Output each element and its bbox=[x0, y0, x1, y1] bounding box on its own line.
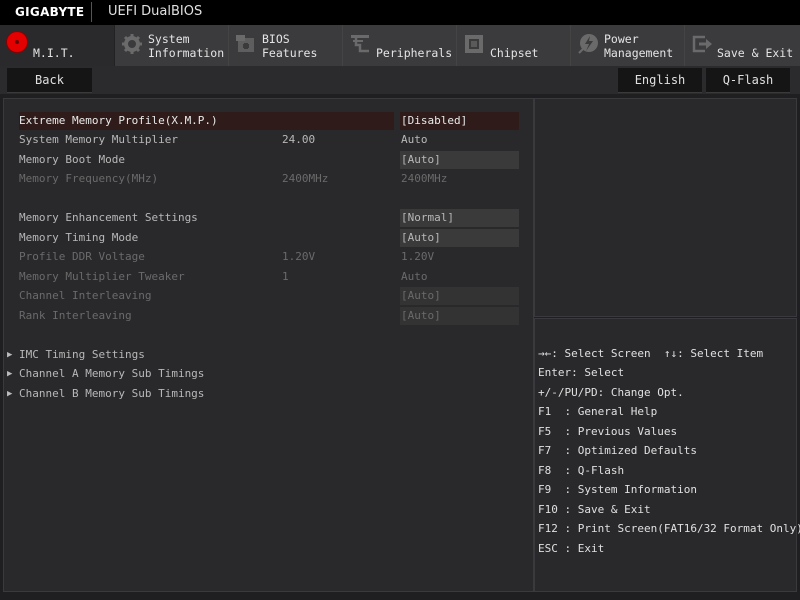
tab-power-management[interactable]: Power Management bbox=[571, 25, 685, 66]
setting-name: Channel Interleaving bbox=[19, 289, 152, 302]
qflash-button[interactable]: Q-Flash bbox=[706, 68, 790, 93]
key-help-line: F7 : Optimized Defaults bbox=[538, 444, 697, 457]
bios-chip-icon bbox=[236, 35, 254, 52]
setting-row-rank-interleaving: Rank Interleaving [Auto] bbox=[19, 307, 519, 325]
item-help-panel bbox=[534, 98, 797, 317]
tab-bios-features[interactable]: BIOS Features bbox=[229, 25, 343, 66]
key-help-line: F10 : Save & Exit bbox=[538, 503, 651, 516]
tab-label: M.I.T. bbox=[33, 46, 75, 60]
setting-row-memory-multiplier[interactable]: System Memory Multiplier 24.00 Auto bbox=[19, 131, 428, 149]
setting-row-memory-frequency: Memory Frequency(MHz) 2400MHz 2400MHz bbox=[19, 170, 447, 188]
title-bar: GIGABYTE UEFI DualBIOS bbox=[0, 0, 800, 25]
exit-icon bbox=[692, 35, 712, 53]
tab-mit[interactable]: M.I.T. bbox=[0, 25, 115, 66]
setting-row-memory-timing-mode[interactable]: Memory Timing Mode [Auto] bbox=[19, 229, 519, 247]
setting-name: Memory Timing Mode bbox=[19, 231, 139, 244]
language-button[interactable]: English bbox=[618, 68, 702, 93]
submenu-channel-a[interactable]: ▶ Channel A Memory Sub Timings bbox=[7, 365, 204, 383]
brand-logo: GIGABYTE bbox=[15, 5, 85, 19]
setting-name: Memory Enhancement Settings bbox=[19, 211, 198, 224]
setting-current: 2400MHz bbox=[282, 172, 329, 185]
submenu-channel-b[interactable]: ▶ Channel B Memory Sub Timings bbox=[7, 385, 204, 403]
settings-panel: Extreme Memory Profile(X.M.P.) [Disabled… bbox=[3, 98, 534, 592]
tab-label: Peripherals bbox=[376, 46, 453, 60]
setting-value[interactable]: [Disabled] bbox=[400, 112, 519, 130]
setting-value[interactable]: Auto bbox=[400, 131, 519, 149]
submenu-label: Channel B Memory Sub Timings bbox=[19, 387, 205, 400]
submenu-label: Channel A Memory Sub Timings bbox=[19, 367, 205, 380]
setting-value[interactable]: [Auto] bbox=[400, 151, 519, 169]
setting-current: 1 bbox=[282, 270, 289, 283]
setting-value: Auto bbox=[401, 270, 428, 283]
setting-name: Extreme Memory Profile(X.M.P.) bbox=[19, 114, 218, 127]
submenu-label: IMC Timing Settings bbox=[19, 348, 145, 361]
tab-chipset[interactable]: Chipset bbox=[457, 25, 571, 66]
setting-row-memory-boot-mode[interactable]: Memory Boot Mode [Auto] bbox=[19, 151, 519, 169]
setting-value: [Auto] bbox=[400, 307, 519, 325]
key-help-line: F8 : Q-Flash bbox=[538, 464, 625, 477]
key-help-line: F1 : General Help bbox=[538, 405, 658, 418]
setting-value[interactable]: [Auto] bbox=[400, 229, 519, 247]
setting-name: Profile DDR Voltage bbox=[19, 250, 145, 263]
tab-save-exit[interactable]: Save & Exit bbox=[685, 25, 800, 66]
expand-arrow-icon: ▶ bbox=[7, 389, 13, 399]
setting-row-channel-interleaving: Channel Interleaving [Auto] bbox=[19, 287, 519, 305]
setting-row-profile-ddr-voltage: Profile DDR Voltage 1.20V 1.20V bbox=[19, 248, 434, 266]
tab-label: Power Management bbox=[604, 32, 674, 60]
setting-name: System Memory Multiplier bbox=[19, 133, 178, 146]
key-help-line: F12 : Print Screen(FAT16/32 Format Only) bbox=[538, 522, 800, 535]
power-icon bbox=[578, 34, 598, 54]
tab-peripherals[interactable]: Peripherals bbox=[343, 25, 457, 66]
setting-value: 1.20V bbox=[401, 250, 435, 263]
setting-name: Memory Multiplier Tweaker bbox=[19, 270, 185, 283]
tab-label: Chipset bbox=[490, 46, 539, 60]
tab-label: Save & Exit bbox=[717, 46, 794, 60]
setting-current: 1.20V bbox=[282, 250, 316, 263]
setting-row-memory-enhancement[interactable]: Memory Enhancement Settings [Normal] bbox=[19, 209, 519, 227]
main-tabs: M.I.T. System Information BIOS Features … bbox=[0, 25, 800, 66]
key-help-panel: →←: Select Screen ↑↓: Select Item Enter:… bbox=[534, 318, 800, 592]
expand-arrow-icon: ▶ bbox=[7, 350, 13, 360]
key-help-line: →←: Select Screen ↑↓: Select Item bbox=[538, 347, 764, 360]
key-help-line: ESC : Exit bbox=[538, 542, 605, 555]
brand-separator bbox=[91, 2, 92, 22]
tab-system-information[interactable]: System Information bbox=[115, 25, 229, 66]
setting-value[interactable]: [Normal] bbox=[400, 209, 519, 227]
product-title: UEFI DualBIOS bbox=[108, 4, 203, 19]
key-help-line: F9 : System Information bbox=[538, 483, 697, 496]
key-help-line: +/-/PU/PD: Change Opt. bbox=[538, 386, 684, 399]
back-button[interactable]: Back bbox=[7, 68, 92, 93]
setting-value: 2400MHz bbox=[401, 172, 448, 185]
setting-current: 24.00 bbox=[282, 133, 316, 146]
chipset-icon bbox=[465, 35, 483, 53]
setting-name: Rank Interleaving bbox=[19, 309, 132, 322]
tab-label: System Information bbox=[148, 32, 225, 60]
setting-row-multiplier-tweaker: Memory Multiplier Tweaker 1 Auto bbox=[19, 268, 428, 286]
gear-icon bbox=[122, 34, 142, 54]
peripherals-icon bbox=[351, 35, 369, 53]
toolbar: Back English Q-Flash bbox=[0, 66, 800, 94]
submenu-imc-timing[interactable]: ▶ IMC Timing Settings bbox=[7, 346, 145, 364]
mit-red-dot-icon bbox=[7, 32, 27, 52]
tab-label: BIOS Features bbox=[262, 32, 318, 60]
setting-row-xmp[interactable]: Extreme Memory Profile(X.M.P.) [Disabled… bbox=[19, 112, 519, 130]
expand-arrow-icon: ▶ bbox=[7, 369, 13, 379]
key-help-line: F5 : Previous Values bbox=[538, 425, 678, 438]
setting-name: Memory Boot Mode bbox=[19, 153, 125, 166]
key-help-line: Enter: Select bbox=[538, 366, 625, 379]
setting-name: Memory Frequency(MHz) bbox=[19, 172, 159, 185]
setting-value: [Auto] bbox=[400, 287, 519, 305]
